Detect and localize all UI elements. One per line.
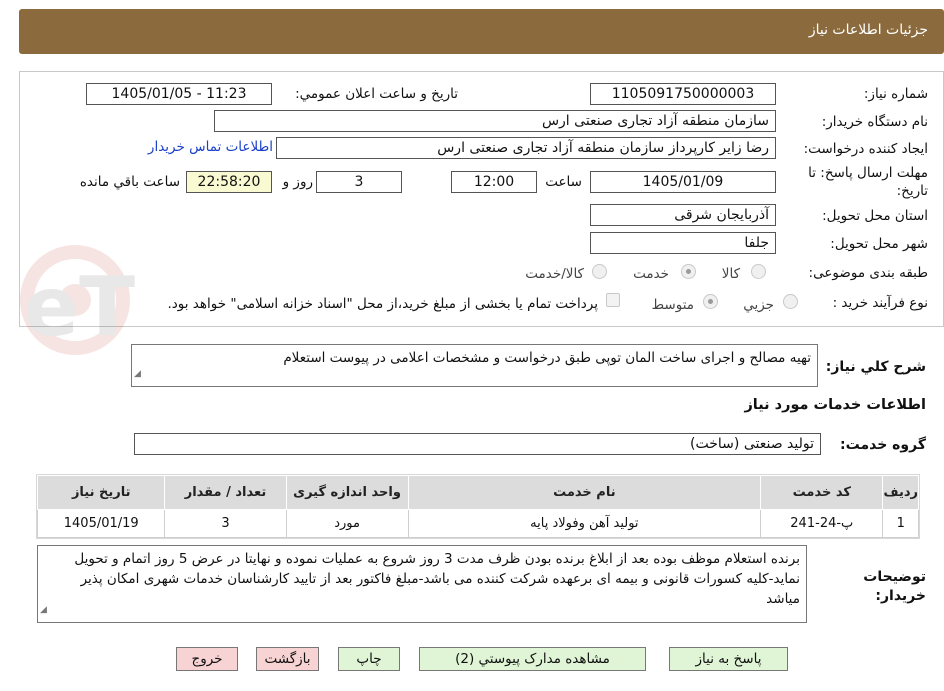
province-label: استان محل تحویل: [822,208,928,224]
cell-service-code: پ-24-241 [760,509,884,538]
page-header: جزئیات اطلاعات نیاز [19,9,944,54]
description-label: شرح کلي نیاز: [825,359,926,375]
cell-service-name: تولید آهن وفولاد پایه [407,509,762,538]
column-header-row-number: ردیف [882,475,919,510]
services-section-title: اطلاعات خدمات مورد نیاز [744,397,926,413]
cell-quantity: 3 [164,509,287,538]
services-table: ردیف کد خدمت نام خدمت واحد اندازه گیری ت… [36,474,920,539]
page-title: جزئیات اطلاعات نیاز [808,22,928,38]
print-button[interactable]: چاپ [338,647,400,671]
city-field: جلفا [590,232,776,254]
purchase-option-medium: متوسط [651,297,694,313]
deadline-label: مهلت ارسال پاسخ: تا [808,165,928,181]
table-header-row: ردیف کد خدمت نام خدمت واحد اندازه گیری ت… [36,475,919,510]
column-header-quantity: تعداد / مقدار [164,475,287,510]
watermark-text: AriaTender.neT [20,260,135,355]
deadline-date-field: 1405/01/09 [590,171,776,193]
column-header-service-name: نام خدمت [407,475,762,510]
deadline-label-2: تاریخ: [896,183,928,199]
column-header-unit: واحد اندازه گیری [285,475,409,510]
creator-field: رضا زایر کارپرداز سازمان منطقه آزاد تجار… [276,137,776,159]
description-text: تهیه مصالح و اجرای ساخت المان توپی طبق د… [283,350,811,366]
announce-date-field: 1405/01/05 - 11:23 [86,83,272,105]
buyer-notes-textarea: برنده استعلام موظف بوده بعد از ابلاغ برن… [37,545,807,623]
creator-label: ایجاد کننده درخواست: [803,141,928,157]
buyer-notes-label: توضیحات [863,569,926,585]
need-number-label: شماره نیاز: [863,86,928,102]
service-group-field: تولید صنعتی (ساخت) [134,433,821,455]
purchase-radio-medium[interactable] [703,294,718,309]
service-group-label: گروه خدمت: [840,437,926,453]
resize-handle-icon[interactable]: ◢ [40,600,47,620]
exit-button[interactable]: خروج [176,647,238,671]
announce-label: تاریخ و ساعت اعلان عمومي: [295,86,458,102]
purchase-type-label: نوع فرآیند خرید : [832,295,928,311]
column-header-need-date: تاریخ نیاز [36,475,166,510]
view-documents-button[interactable]: مشاهده مدارک پیوستي (2) [419,647,646,671]
category-option-service: خدمت [633,266,669,282]
remaining-label: ساعت باقي مانده [79,174,180,190]
cell-row-number: 1 [882,509,919,538]
table-row: 1 پ-24-241 تولید آهن وفولاد پایه مورد 3 … [36,509,919,538]
category-radio-service[interactable] [681,264,696,279]
cell-need-date: 1405/01/19 [36,509,166,538]
deadline-time-field: 12:00 [451,171,537,193]
description-textarea: تهیه مصالح و اجرای ساخت المان توپی طبق د… [131,344,818,387]
treasury-payment-checkbox[interactable] [606,293,620,307]
days-field: 3 [316,171,402,193]
need-number-field: 1105091750000003 [590,83,776,105]
buyer-org-field: سازمان منطقه آزاد تجاری صنعتی ارس [214,110,776,132]
treasury-payment-note: پرداخت تمام یا بخشی از مبلغ خرید،از محل … [167,296,598,312]
purchase-option-minor: جزيي [743,297,774,313]
buyer-org-label: نام دستگاه خریدار: [821,114,928,130]
category-radio-goods-service[interactable] [592,264,607,279]
category-option-goods: کالا [721,266,740,282]
resize-handle-icon[interactable]: ◢ [134,364,141,384]
days-label: روز و [282,174,313,190]
category-label: طبقه بندی موضوعی: [808,265,928,281]
reply-button[interactable]: پاسخ به نیاز [669,647,788,671]
category-option-goods-service: کالا/خدمت [525,266,584,282]
remaining-time-field: 22:58:20 [186,171,272,193]
category-radio-goods[interactable] [751,264,766,279]
purchase-radio-minor[interactable] [783,294,798,309]
city-label: شهر محل تحویل: [830,236,928,252]
province-field: آذربایجان شرقی [590,204,776,226]
column-header-service-code: کد خدمت [760,475,884,510]
time-label: ساعت [545,174,582,190]
buyer-notes-text: برنده استعلام موظف بوده بعد از ابلاغ برن… [74,551,800,607]
buyer-notes-label-2: خریدار: [875,588,926,604]
buyer-contact-link[interactable]: اطلاعات تماس خریدار [148,139,273,155]
back-button[interactable]: بازگشت [256,647,319,671]
cell-unit: مورد [285,509,409,538]
